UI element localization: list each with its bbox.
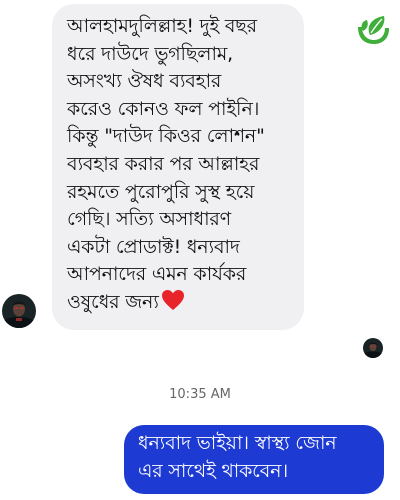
incoming-message-bubble[interactable]: আলহামদুলিল্লাহ! দুই বছর ধরে দাউদে ভুগছিল…: [52, 4, 304, 330]
outgoing-message-bubble[interactable]: ধন্যবাদ ভাইয়া। স্বাস্থ্য জোন এর সাথেই থ…: [124, 425, 384, 494]
leaf-logo-icon: [358, 16, 389, 44]
user-avatar-icon: [2, 294, 36, 328]
message-line: অসংখ্য ঔষধ ব্যবহার: [67, 70, 222, 93]
message-timestamp: 10:35 AM: [169, 387, 231, 402]
read-receipt-avatar: [363, 338, 383, 358]
message-line-last: ওষুধের জন্য: [67, 289, 296, 317]
message-line: একটা প্রোডাক্ট! ধন্যবাদ: [67, 235, 240, 258]
message-line: রহমতে পুরোপুরি সুস্থ হয়ে: [67, 180, 255, 203]
chat-thread: আলহামদুলিল্লাহ! দুই বছর ধরে দাউদে ভুগছিল…: [0, 0, 400, 500]
message-line: ধন্যবাদ ভাইয়া। স্বাস্থ্য জোন: [138, 432, 337, 454]
message-line: আলহামদুলিল্লাহ! দুই বছর: [67, 15, 257, 37]
message-line: ধরে দাউদে ভুগছিলাম,: [67, 42, 233, 65]
message-line: এর সাথেই থাকবেন।: [138, 459, 288, 482]
message-line: কিন্তু "দাউদ কিওর লোশন": [67, 125, 265, 148]
message-line: করেও কোনও ফল পাইনি।: [67, 97, 260, 120]
message-line: আপনাদের এমন কার্যকর: [67, 263, 247, 286]
heart-icon: [161, 289, 184, 310]
message-line: গেছি। সত্যি অসাধারণ: [67, 208, 231, 231]
message-line: ব্যবহার করার পর আল্লাহর: [67, 152, 260, 175]
message-line-text: ওষুধের জন্য: [67, 290, 159, 313]
user-avatar-icon: [363, 338, 383, 358]
avatar[interactable]: [2, 294, 36, 328]
